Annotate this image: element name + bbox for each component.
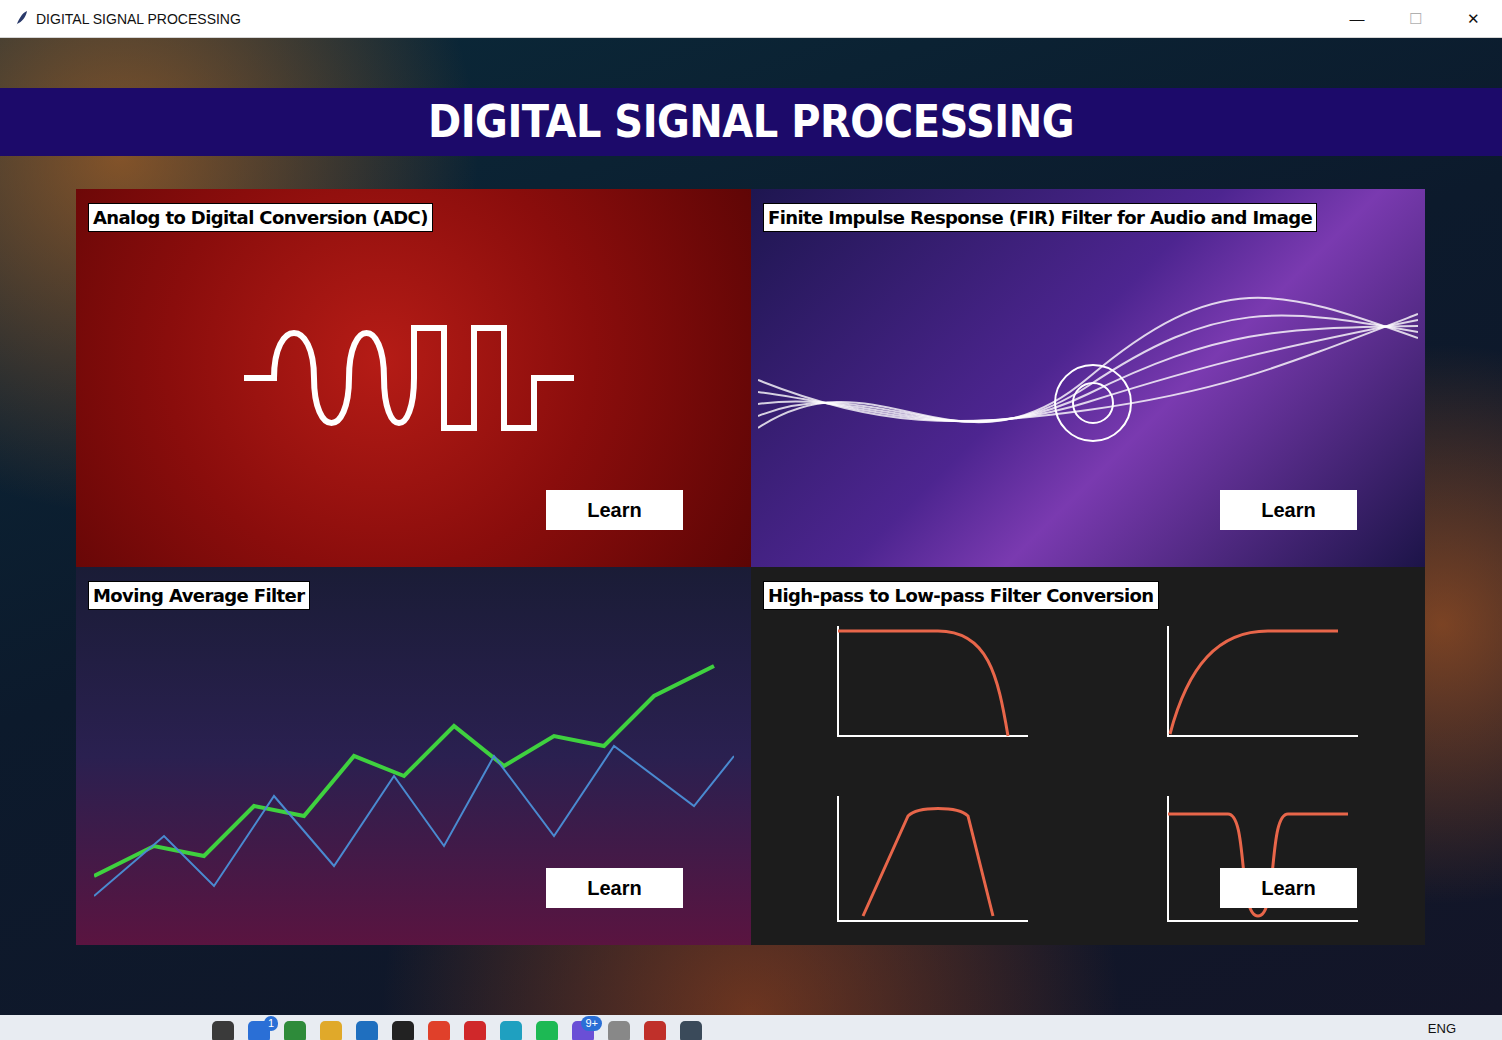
taskbar-app-icon[interactable] — [320, 1021, 342, 1040]
title-bar: DIGITAL SIGNAL PROCESSING—☐✕ — [0, 0, 1502, 38]
taskbar-app-icon[interactable] — [212, 1021, 234, 1040]
header-band: DIGITAL SIGNAL PROCESSING — [0, 88, 1502, 156]
window-control[interactable]: — — [1328, 0, 1386, 38]
language-indicator[interactable]: ENG — [1428, 1021, 1456, 1036]
taskbar-app-icon[interactable] — [356, 1021, 378, 1040]
window-title: DIGITAL SIGNAL PROCESSING — [36, 11, 1328, 27]
waves-icon — [758, 228, 1418, 528]
notification-badge: 1 — [264, 1016, 278, 1031]
topic-grid: Analog to Digital Conversion (ADC) Learn F… — [76, 189, 1425, 945]
topic-card: Finite Impulse Response (FIR) Filter for… — [751, 189, 1425, 567]
notification-badge: 9+ — [581, 1016, 602, 1031]
topic-card: Moving Average Filter Learn — [76, 567, 751, 945]
taskbar-app-icon[interactable] — [284, 1021, 306, 1040]
taskbar-app-icon[interactable]: 1 — [248, 1021, 270, 1040]
topic-card: High-pass to Low-pass Filter Conversion L… — [751, 567, 1425, 945]
taskbar-app-icon[interactable] — [428, 1021, 450, 1040]
learn-button[interactable]: Learn — [546, 490, 683, 530]
taskbar-app-icon[interactable] — [680, 1021, 702, 1040]
header-title: DIGITAL SIGNAL PROCESSING — [428, 97, 1074, 148]
window-control[interactable]: ✕ — [1444, 0, 1502, 38]
chart-picture-icon — [94, 606, 734, 906]
window-control[interactable]: ☐ — [1386, 0, 1444, 38]
card-title: Analog to Digital Conversion (ADC) — [88, 203, 433, 232]
learn-button[interactable]: Learn — [1220, 490, 1357, 530]
app-window: DIGITAL SIGNAL PROCESSING—☐✕DIGITAL SIGN… — [0, 0, 1502, 1040]
taskbar-app-icon[interactable] — [464, 1021, 486, 1040]
taskbar-app-icon[interactable] — [608, 1021, 630, 1040]
feather-icon — [14, 10, 28, 28]
learn-button[interactable]: Learn — [1220, 868, 1357, 908]
learn-button[interactable]: Learn — [546, 868, 683, 908]
taskbar-app-icon[interactable] — [644, 1021, 666, 1040]
topic-card: Analog to Digital Conversion (ADC) Learn — [76, 189, 751, 567]
taskbar-app-icon[interactable] — [500, 1021, 522, 1040]
card-title: Moving Average Filter — [88, 581, 310, 610]
taskbar-app-icon[interactable] — [536, 1021, 558, 1040]
adc-wave-icon — [244, 318, 584, 438]
taskbar-app-icon[interactable]: 9+ — [572, 1021, 594, 1040]
card-title: High-pass to Low-pass Filter Conversion — [763, 581, 1159, 610]
main-area: DIGITAL SIGNAL PROCESSING Analog to Digit… — [0, 38, 1502, 1015]
card-title: Finite Impulse Response (FIR) Filter for… — [763, 203, 1317, 232]
taskbar-app-icon[interactable] — [392, 1021, 414, 1040]
taskbar: 1 9+ ENG — [0, 1015, 1502, 1040]
